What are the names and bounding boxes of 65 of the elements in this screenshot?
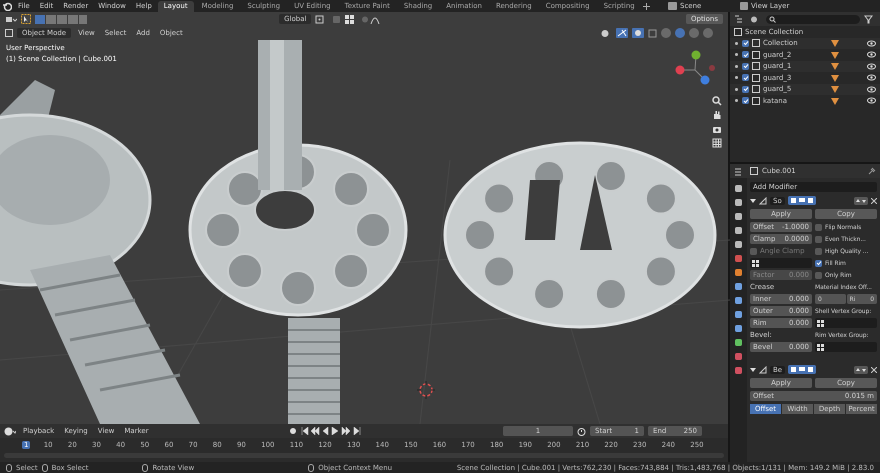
expand-icon[interactable] (734, 52, 739, 58)
grid-icon[interactable] (712, 138, 722, 148)
camera-icon[interactable] (712, 124, 722, 134)
add-icon[interactable] (642, 2, 650, 10)
object-mode-icon (5, 29, 13, 37)
visibility-checkbox[interactable] (742, 74, 749, 82)
vertex-group-icon (817, 344, 824, 350)
vertex-group-icon (752, 260, 759, 266)
pin-icon[interactable] (868, 167, 876, 175)
expand-icon[interactable] (734, 98, 739, 104)
search-icon (769, 16, 776, 22)
visibility-checkbox[interactable] (742, 97, 749, 104)
close-icon[interactable] (871, 198, 877, 204)
visibility-checkbox[interactable] (742, 51, 749, 58)
visibility-checkbox[interactable] (742, 40, 749, 47)
modifier-type-icon (759, 196, 767, 204)
vertex-group-icon (817, 320, 824, 326)
checkbox[interactable] (815, 248, 822, 254)
expand-icon[interactable] (750, 198, 756, 204)
overlay-icon[interactable] (632, 28, 644, 38)
expand-icon[interactable] (734, 75, 739, 80)
vertex-group-field[interactable] (815, 318, 877, 328)
zoom-icon[interactable] (712, 96, 722, 106)
eye-icon[interactable] (867, 74, 876, 82)
expand-icon[interactable] (734, 40, 739, 46)
checkbox[interactable] (815, 224, 822, 230)
display-toggle-icon[interactable] (788, 196, 816, 205)
filter-icon[interactable] (864, 14, 876, 24)
expand-icon[interactable] (734, 86, 739, 92)
visibility-checkbox[interactable] (742, 62, 749, 70)
eye-icon[interactable] (867, 51, 876, 58)
expand-icon[interactable] (750, 366, 756, 372)
select-tool-icon[interactable] (21, 14, 31, 24)
xray-icon[interactable] (648, 28, 657, 38)
3d-cursor-icon (416, 380, 436, 400)
move-arrows-icon[interactable] (854, 366, 868, 374)
axis-gizmo-icon[interactable] (676, 50, 715, 84)
modifier-type-icon (759, 366, 767, 374)
eye-icon[interactable] (867, 40, 876, 47)
record-icon[interactable] (289, 427, 298, 435)
move-arrows-icon[interactable] (854, 196, 868, 204)
close-icon[interactable] (871, 366, 877, 372)
editor-type-icon[interactable] (5, 14, 17, 24)
checkbox[interactable] (815, 236, 822, 242)
mouse-icon (308, 464, 314, 472)
vertex-group-field[interactable] (815, 342, 877, 352)
mouse-icon (142, 464, 148, 472)
checkbox[interactable] (815, 272, 822, 278)
search-field[interactable] (766, 14, 860, 24)
timeline-icon[interactable] (4, 426, 16, 436)
hand-icon[interactable] (712, 110, 722, 120)
mouse-icon (42, 464, 48, 472)
expand-icon[interactable] (734, 64, 739, 69)
visibility-checkbox[interactable] (742, 86, 749, 93)
mouse-icon (6, 464, 12, 472)
collection-icon (734, 28, 742, 36)
eye-icon[interactable] (867, 97, 876, 104)
display-toggle-icon[interactable] (788, 365, 816, 374)
checkbox[interactable] (815, 260, 822, 266)
stopwatch-icon[interactable] (577, 426, 586, 436)
gizmo-icon[interactable] (616, 28, 628, 38)
eye-icon[interactable] (867, 62, 876, 70)
vertex-group-field[interactable] (750, 258, 812, 268)
object-icon (750, 167, 758, 175)
eye-icon[interactable] (867, 86, 876, 93)
